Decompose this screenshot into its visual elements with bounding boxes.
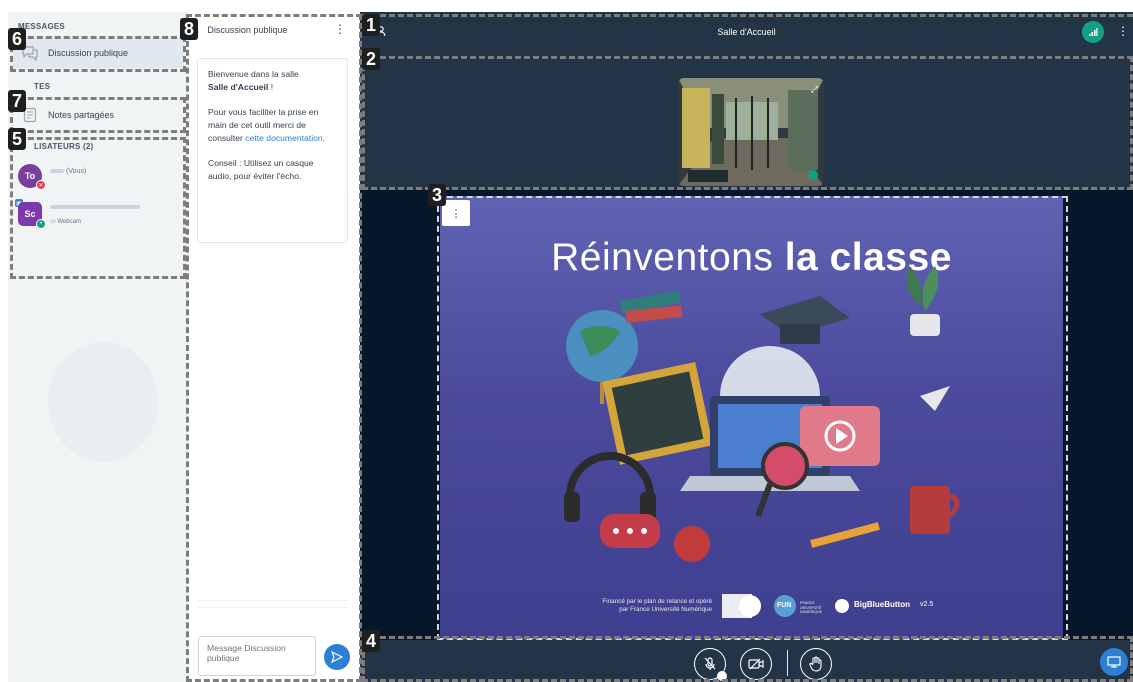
- webcam-status: ▭ Webcam: [50, 219, 81, 225]
- actions-bar: [360, 640, 1133, 682]
- listen-badge-icon: •: [36, 219, 46, 229]
- webcam-area: ⤢: [360, 52, 1133, 190]
- camera-off-icon: [748, 658, 764, 670]
- bbb-version: v2.5: [920, 601, 934, 608]
- muted-mic-icon: [704, 657, 716, 670]
- webcam-feed-image: [678, 78, 824, 186]
- restore-presentation-button[interactable]: [1100, 648, 1128, 676]
- top-navigation-bar: Salle d'Accueil ⋮: [360, 12, 1133, 52]
- bbb-logo: BigBlueButton v2.5: [854, 600, 933, 609]
- documentation-link[interactable]: cette documentation: [245, 133, 322, 143]
- user-row[interactable]: ▣ Sc • ▭ Webcam: [14, 198, 186, 236]
- fullscreen-icon[interactable]: ⤢: [811, 84, 818, 95]
- signal-bars-icon: [1089, 28, 1098, 36]
- user-name: [50, 204, 142, 211]
- callout-number-2: 2: [362, 48, 380, 70]
- callout-number-1: 1: [362, 14, 380, 36]
- public-chat-item[interactable]: Discussion publique: [12, 38, 184, 68]
- meeting-title: Salle d'Accueil: [717, 27, 776, 37]
- welcome-message: Bienvenue dans la salle Salle d'Accueil …: [197, 58, 348, 243]
- user-row[interactable]: To ✕ (Vous): [18, 164, 186, 198]
- fun-logo-label: FRANCE UNIVERSITÉ NUMÉRIQUE: [800, 601, 822, 614]
- bbb-screen: MESSAGES Discussion publique TES Notes p…: [0, 0, 1133, 682]
- users-section-title: LISATEURS (2): [34, 142, 94, 151]
- controls-divider: [787, 650, 788, 676]
- shared-notes-label: Notes partagées: [48, 110, 115, 120]
- chat-header: ‹ Discussion publique ⋮: [188, 12, 360, 48]
- blurred-region: [48, 342, 158, 462]
- chat-divider: [198, 600, 348, 608]
- callout-number-4: 4: [362, 630, 380, 652]
- mute-microphone-button[interactable]: [694, 648, 727, 681]
- notes-section-title: TES: [34, 82, 51, 91]
- chat-options-icon[interactable]: ⋮: [334, 22, 346, 36]
- webcam-video[interactable]: ⤢: [678, 78, 824, 186]
- advice-text: Conseil : Utilisez un casque audio, pour…: [208, 158, 314, 181]
- chat-title: Discussion publique: [207, 25, 288, 35]
- share-webcam-button[interactable]: [740, 648, 772, 680]
- callout-number-6: 6: [8, 28, 26, 50]
- welcome-bang: !: [268, 82, 274, 92]
- fun-logo-text: FUN: [777, 602, 792, 609]
- presentation-area: Réinventons la classe Financé par le pla…: [360, 190, 1133, 640]
- hand-icon: [809, 656, 822, 672]
- user-list-sidebar: MESSAGES Discussion publique TES Notes p…: [8, 12, 188, 682]
- webcam-icon: ▭: [50, 219, 56, 225]
- user-name: (Vous): [50, 168, 86, 175]
- funding-text: Financé par le plan de relance et opéré …: [602, 598, 712, 613]
- presentation-icon: [1107, 656, 1121, 668]
- shared-notes-item[interactable]: Notes partagées: [12, 100, 184, 130]
- welcome-line: Bienvenue dans la salle: [208, 69, 299, 79]
- chat-panel: ‹ Discussion publique ⋮ Bienvenue dans l…: [188, 12, 360, 682]
- classroom-illustration: [564, 266, 960, 618]
- help-text-end: .: [322, 133, 326, 143]
- audio-indicator-icon: [808, 170, 818, 180]
- presentation-options-button[interactable]: ⋮: [442, 200, 470, 226]
- audio-options-icon[interactable]: [717, 671, 727, 681]
- callout-number-3: 3: [428, 184, 446, 206]
- send-button[interactable]: [324, 644, 350, 670]
- room-name: Salle d'Accueil: [208, 82, 269, 92]
- options-menu-icon[interactable]: ⋮: [1117, 24, 1129, 38]
- muted-mic-badge-icon: ✕: [36, 180, 46, 190]
- chat-message-input[interactable]: [198, 636, 316, 676]
- callout-number-7: 7: [8, 90, 26, 112]
- meeting-main-area: Salle d'Accueil ⋮ ⤢ Réinventons la class…: [360, 12, 1133, 682]
- public-chat-label: Discussion publique: [48, 48, 129, 58]
- connection-status-button[interactable]: [1082, 21, 1104, 43]
- kebab-icon: ⋮: [450, 207, 462, 220]
- send-icon: [331, 651, 343, 663]
- bbb-label: BigBlueButton: [854, 600, 910, 609]
- callout-number-5: 5: [8, 128, 26, 150]
- callout-number-8: 8: [180, 18, 198, 40]
- presentation-slide: Réinventons la classe Financé par le pla…: [440, 196, 1063, 640]
- raise-hand-button[interactable]: [800, 648, 832, 680]
